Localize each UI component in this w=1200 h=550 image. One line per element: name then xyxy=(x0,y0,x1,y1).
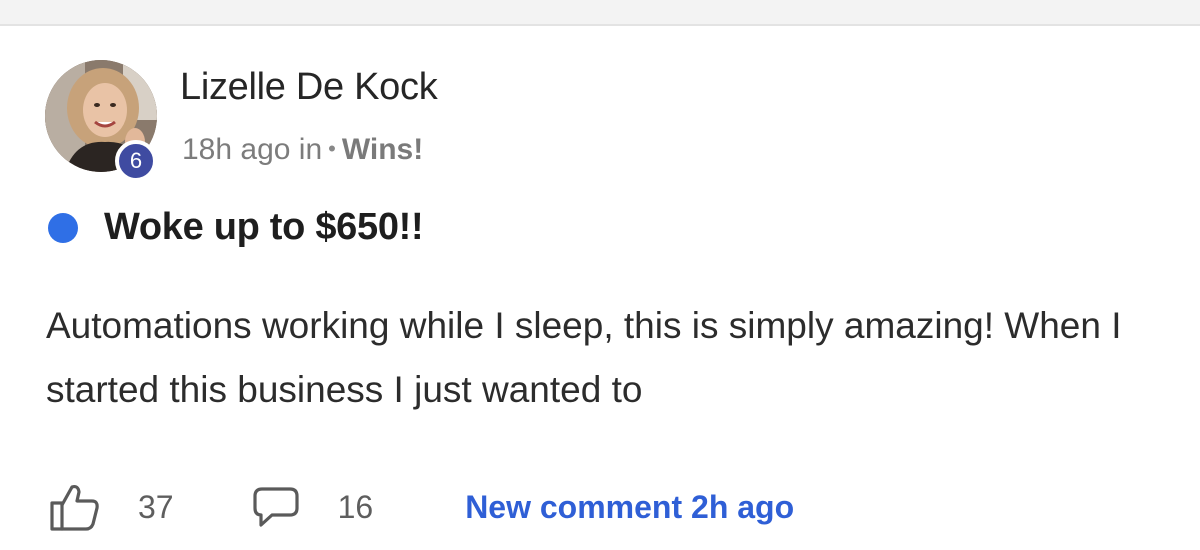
post-category-link[interactable]: Wins! xyxy=(342,133,423,166)
meta-separator: • xyxy=(328,136,336,161)
post-body[interactable]: Automations working while I sleep, this … xyxy=(46,294,1166,422)
like-count: 37 xyxy=(138,488,174,525)
post-time: 18h ago in xyxy=(182,133,323,166)
comment-count: 16 xyxy=(337,488,374,525)
new-comment-link[interactable]: New comment 2h ago xyxy=(465,489,794,526)
unread-indicator-icon xyxy=(48,212,78,243)
post-meta: 18h ago in • Wins! xyxy=(182,133,423,167)
post-actions: 37 16 New comment 2h ago xyxy=(48,482,794,532)
level-badge: 6 xyxy=(115,140,157,182)
post-card[interactable]: 6 Lizelle De Kock 18h ago in • Wins! Woke … xyxy=(0,26,1200,550)
comment-bubble-icon xyxy=(252,487,299,527)
post-title-row[interactable]: Woke up to $650!! xyxy=(48,206,424,249)
post-title[interactable]: Woke up to $650!! xyxy=(104,206,424,249)
author-avatar[interactable]: 6 xyxy=(45,60,157,182)
author-name[interactable]: Lizelle De Kock xyxy=(180,66,438,109)
thumbs-up-icon xyxy=(50,484,99,531)
like-button[interactable]: 37 xyxy=(48,483,174,531)
top-divider xyxy=(0,0,1200,26)
comment-button[interactable]: 16 xyxy=(252,485,374,529)
